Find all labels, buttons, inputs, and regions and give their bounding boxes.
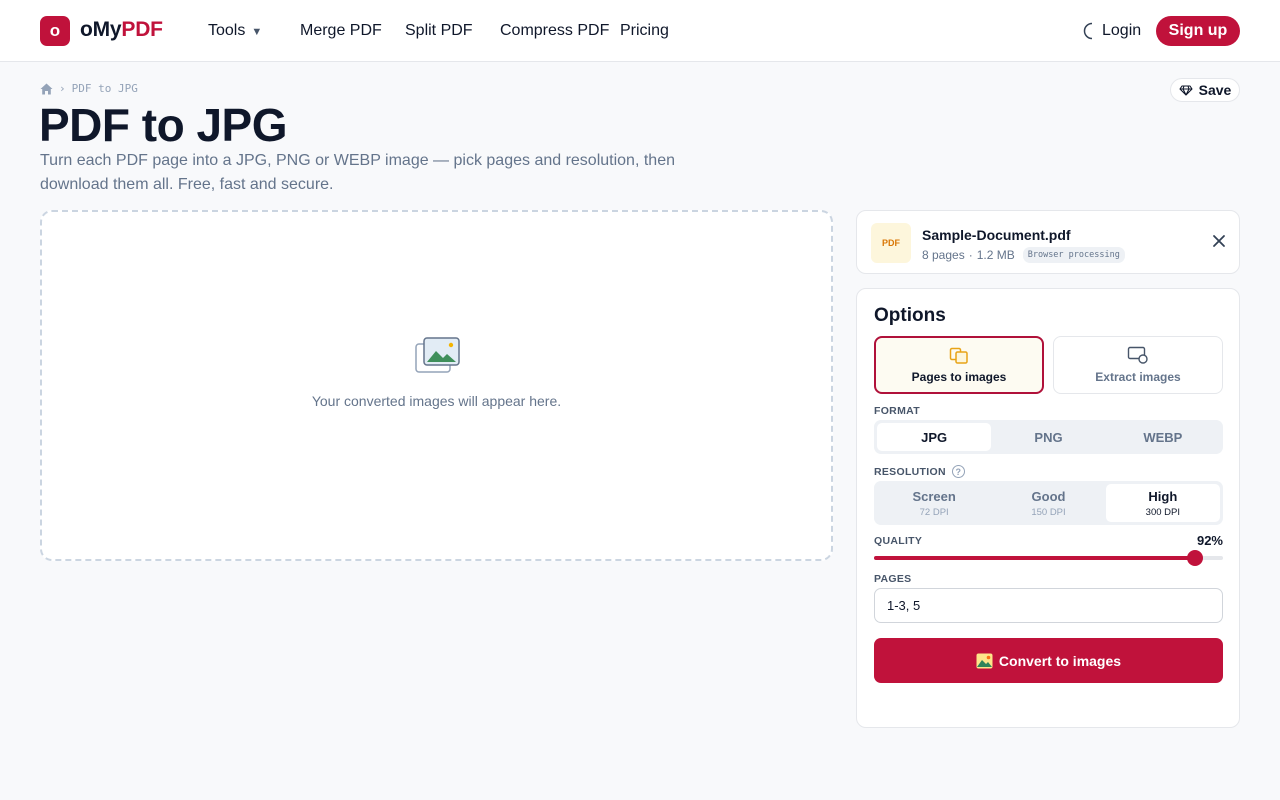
file-page-count: 8 pages xyxy=(922,248,965,262)
mode-extract-images[interactable]: Extract images xyxy=(1053,336,1223,394)
meta-separator: · xyxy=(968,248,973,262)
quality-value: 92% xyxy=(1196,533,1223,548)
save-label: Save xyxy=(1198,82,1232,98)
breadcrumb: › PDF to JPG xyxy=(40,82,138,95)
nav-compress-pdf[interactable]: Compress PDF xyxy=(500,22,609,40)
resolution-selector: Screen 72 DPI Good 150 DPI High 300 DPI xyxy=(874,481,1223,525)
format-label: FORMAT xyxy=(874,405,920,417)
chevron-down-icon: ▼ xyxy=(251,26,263,38)
resolution-good-name: Good xyxy=(1031,488,1066,504)
image-search-icon xyxy=(1127,346,1148,364)
resolution-label-text: RESOLUTION xyxy=(874,465,946,478)
quality-slider-fill xyxy=(874,556,1196,560)
convert-button[interactable]: Convert to images xyxy=(874,638,1223,683)
resolution-option-high[interactable]: High 300 DPI xyxy=(1105,484,1220,522)
pages-label: PAGES xyxy=(874,573,911,585)
pages-input[interactable] xyxy=(874,588,1223,623)
resolution-label: RESOLUTION ? xyxy=(874,465,965,478)
help-icon[interactable]: ? xyxy=(951,465,965,478)
preview-area[interactable]: Your converted images will appear here. xyxy=(40,210,833,561)
quality-slider-thumb[interactable] xyxy=(1187,550,1204,566)
quality-slider[interactable] xyxy=(874,550,1223,566)
close-icon[interactable] xyxy=(1212,234,1226,248)
signup-button[interactable]: Sign up xyxy=(1156,16,1240,46)
resolution-screen-dpi: 72 DPI xyxy=(919,506,949,518)
format-option-png[interactable]: PNG xyxy=(991,423,1105,451)
mode-extract-label: Extract images xyxy=(1095,370,1181,384)
page-title: PDF to JPG xyxy=(39,99,288,151)
resolution-option-screen[interactable]: Screen 72 DPI xyxy=(877,484,991,522)
format-option-webp[interactable]: WEBP xyxy=(1106,423,1220,451)
file-size: 1.2 MB xyxy=(976,248,1015,262)
resolution-good-dpi: 150 DPI xyxy=(1031,506,1066,518)
options-title: Options xyxy=(874,305,946,326)
options-panel: Options Pages to images Extract images F… xyxy=(856,288,1240,728)
logo-mark[interactable]: o xyxy=(40,16,70,46)
copy-pages-icon xyxy=(949,347,968,364)
nav-tools-label: Tools xyxy=(208,22,246,39)
breadcrumb-current: PDF to JPG xyxy=(71,82,138,95)
nav-merge-pdf[interactable]: Merge PDF xyxy=(300,22,382,40)
logo-name-prefix: oMy xyxy=(80,18,122,41)
file-card: PDF Sample-Document.pdf 8 pages · 1.2 MB… xyxy=(856,210,1240,274)
diamond-icon xyxy=(1179,84,1193,96)
resolution-high-name: High xyxy=(1148,488,1178,504)
mode-pages-label: Pages to images xyxy=(911,369,1007,384)
quality-label-text: QUALITY xyxy=(874,535,923,547)
format-label-text: FORMAT xyxy=(874,405,920,417)
logo-name-accent: PDF xyxy=(121,18,163,41)
page-description: Turn each PDF page into a JPG, PNG or WE… xyxy=(40,152,675,193)
picture-icon xyxy=(976,653,993,668)
save-button[interactable]: Save xyxy=(1170,78,1240,102)
convert-label: Convert to images xyxy=(998,652,1122,669)
preview-placeholder-text: Your converted images will appear here. xyxy=(311,393,562,409)
moon-icon[interactable] xyxy=(1082,22,1098,40)
nav-tools-dropdown[interactable]: Tools ▼ xyxy=(208,22,262,40)
images-icon xyxy=(415,337,460,373)
resolution-high-dpi: 300 DPI xyxy=(1145,506,1180,518)
pages-label-text: PAGES xyxy=(874,573,912,585)
quality-label: QUALITY xyxy=(874,535,922,547)
resolution-screen-name: Screen xyxy=(912,488,956,504)
resolution-option-good[interactable]: Good 150 DPI xyxy=(991,484,1105,522)
nav-pricing[interactable]: Pricing xyxy=(620,22,669,40)
pdf-file-icon: PDF xyxy=(871,223,911,263)
top-navbar: o oMyPDF Tools ▼ Merge PDF Split PDF Comp… xyxy=(0,0,1280,62)
format-option-jpg[interactable]: JPG xyxy=(877,423,992,451)
mode-pages-to-images[interactable]: Pages to images xyxy=(874,336,1044,394)
file-name: Sample-Document.pdf xyxy=(922,227,1071,243)
home-icon[interactable] xyxy=(40,83,53,95)
processing-badge: Browser processing xyxy=(1022,247,1125,263)
login-link[interactable]: Login xyxy=(1102,22,1141,40)
file-meta: 8 pages · 1.2 MB Browser processing xyxy=(922,247,1125,263)
format-selector: JPG PNG WEBP xyxy=(874,420,1223,454)
logo-wordmark[interactable]: oMyPDF xyxy=(80,18,163,42)
nav-split-pdf[interactable]: Split PDF xyxy=(405,22,473,40)
chevron-right-icon: › xyxy=(59,82,66,95)
